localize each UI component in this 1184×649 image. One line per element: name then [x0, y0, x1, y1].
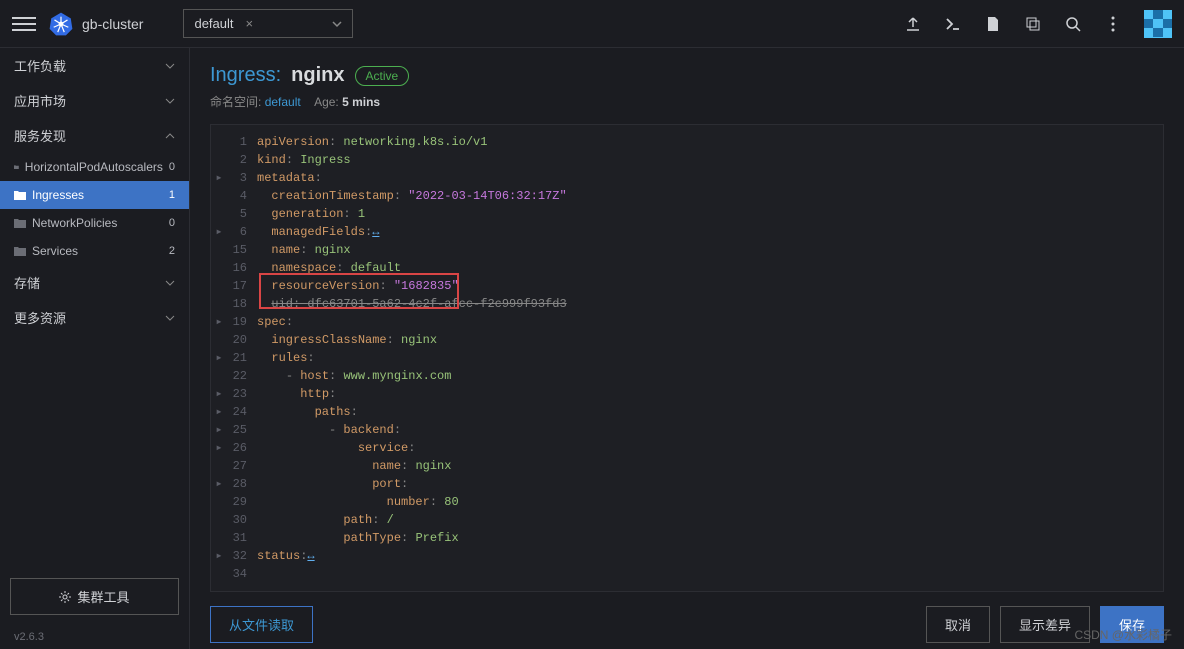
chevron-down-icon: [332, 19, 342, 29]
namespace-value: default: [194, 16, 233, 31]
resource-name: nginx: [291, 64, 344, 87]
copy-icon[interactable]: [1024, 15, 1042, 33]
nav-group-apps[interactable]: 应用市场: [0, 83, 189, 118]
kebab-menu-icon[interactable]: [1104, 15, 1122, 33]
terminal-icon[interactable]: [944, 15, 962, 33]
folder-icon: [14, 190, 26, 200]
version: v2.6.3: [0, 625, 189, 649]
cluster-tools-button[interactable]: 集群工具: [10, 578, 179, 615]
resource-type: Ingress:: [210, 64, 281, 87]
cancel-button[interactable]: 取消: [926, 606, 990, 643]
folder-icon: [14, 162, 19, 172]
read-from-file-button[interactable]: 从文件读取: [210, 606, 313, 643]
chevron-down-icon: [165, 278, 175, 288]
avatar[interactable]: [1144, 10, 1172, 38]
chevron-down-icon: [165, 61, 175, 71]
sidebar-item-ingresses[interactable]: Ingresses 1: [0, 181, 189, 209]
folder-icon: [14, 218, 26, 228]
yaml-editor[interactable]: 1apiVersion: networking.k8s.io/v1 2kind:…: [210, 124, 1164, 592]
namespace-clear-icon[interactable]: ×: [246, 16, 254, 31]
document-icon[interactable]: [984, 15, 1002, 33]
sidebar-item-services[interactable]: Services 2: [0, 237, 189, 265]
gear-icon: [59, 591, 71, 603]
watermark: CSDN @水彩橘子: [1074, 626, 1172, 643]
nav-group-workload[interactable]: 工作负载: [0, 48, 189, 83]
upload-icon[interactable]: [904, 15, 922, 33]
sidebar-item-networkpolicies[interactable]: NetworkPolicies 0: [0, 209, 189, 237]
nav-group-discovery[interactable]: 服务发现: [0, 118, 189, 153]
cluster-name[interactable]: gb-cluster: [82, 16, 143, 32]
nav-group-more[interactable]: 更多资源: [0, 300, 189, 335]
kubernetes-logo: [48, 11, 74, 37]
chevron-down-icon: [165, 313, 175, 323]
chevron-up-icon: [165, 131, 175, 141]
meta-row: 命名空间: default Age: 5 mins: [210, 93, 1164, 110]
namespace-link[interactable]: default: [265, 95, 301, 109]
folder-icon: [14, 246, 26, 256]
nav-group-storage[interactable]: 存储: [0, 265, 189, 300]
sidebar-item-hpa[interactable]: HorizontalPodAutoscalers 0: [0, 153, 189, 181]
menu-icon[interactable]: [12, 12, 36, 36]
search-icon[interactable]: [1064, 15, 1082, 33]
status-badge: Active: [355, 66, 410, 86]
chevron-down-icon: [165, 96, 175, 106]
namespace-select[interactable]: default ×: [183, 9, 353, 38]
